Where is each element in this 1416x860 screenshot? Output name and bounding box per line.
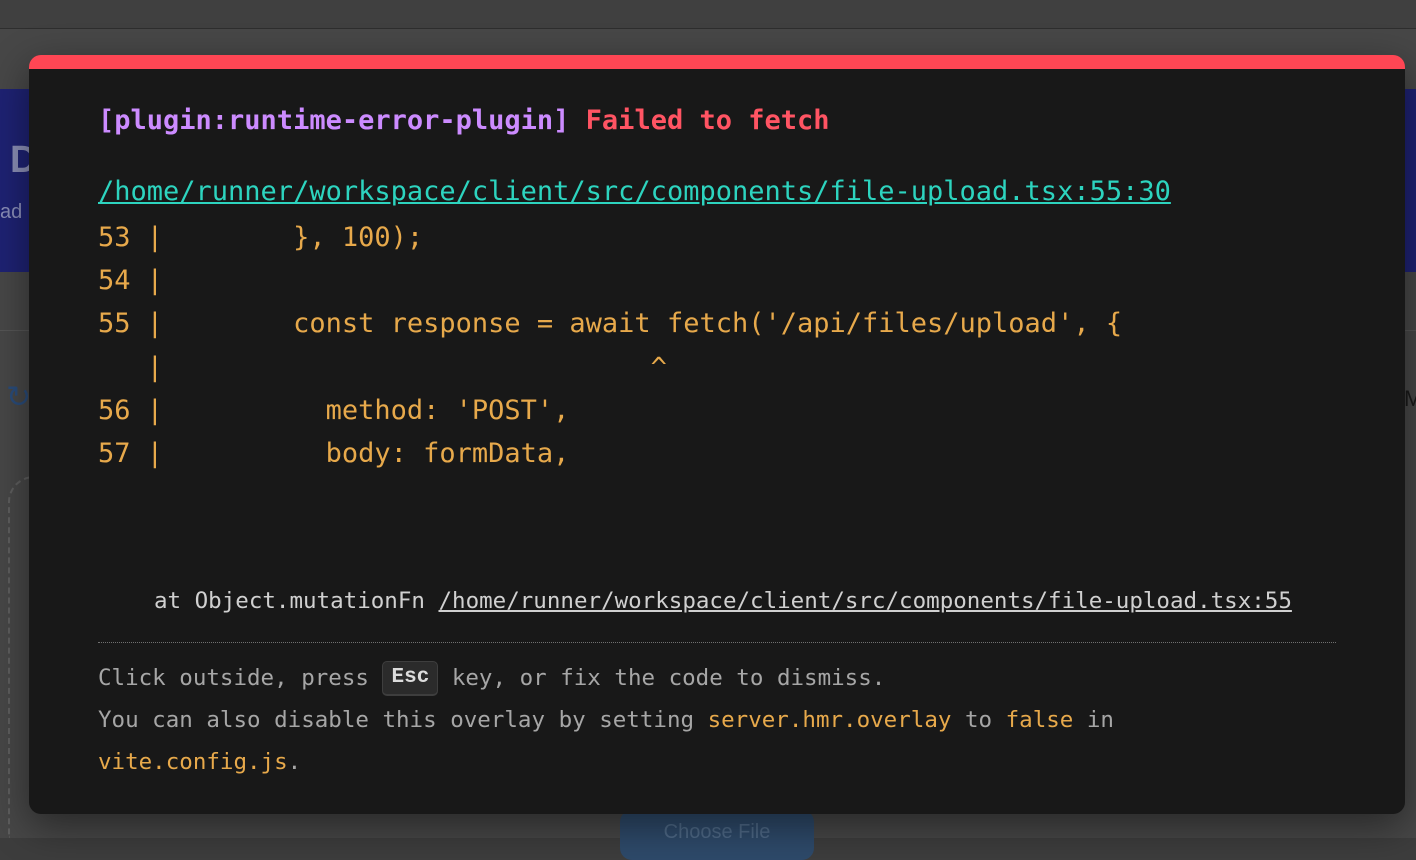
tip-code-setting: server.hmr.overlay	[707, 707, 952, 733]
background-header-subtitle: ad	[0, 201, 23, 223]
tip-line1-after: key, or fix the code to dismiss.	[438, 665, 886, 691]
tip-line2-after: in	[1073, 707, 1114, 733]
tip-line2-middle: to	[951, 707, 1006, 733]
error-message-text: Failed to fetch	[585, 105, 830, 136]
stack-trace-link[interactable]: /home/runner/workspace/client/src/compon…	[438, 588, 1291, 614]
tip-code-false: false	[1005, 707, 1074, 733]
tip-code-file: vite.config.js	[98, 749, 288, 775]
background-top-strip	[0, 0, 1416, 29]
background-side-text: M	[1404, 386, 1416, 411]
stack-trace: at Object.mutationFn /home/runner/worksp…	[154, 587, 1292, 615]
choose-file-button[interactable]: Choose File	[620, 810, 814, 860]
error-message: [plugin:runtime-error-plugin] Failed to …	[98, 105, 830, 137]
stack-trace-prefix: at Object.mutationFn	[154, 588, 439, 614]
tip-line1-before: Click outside, press	[98, 665, 383, 691]
upload-cloud-icon: ↻	[6, 380, 32, 415]
overlay-divider	[98, 642, 1336, 643]
error-file-link[interactable]: /home/runner/workspace/client/src/compon…	[98, 176, 1171, 208]
plugin-name: [plugin:runtime-error-plugin]	[98, 105, 570, 136]
error-overlay: [plugin:runtime-error-plugin] Failed to …	[29, 55, 1405, 814]
code-frame: 53 | }, 100); 54 | 55 | const response =…	[98, 222, 1123, 470]
tip-line3-after: .	[287, 749, 302, 775]
overlay-tip: Click outside, press Esc key, or fix the…	[98, 657, 1336, 783]
tip-line2-before: You can also disable this overlay by set…	[98, 707, 708, 733]
esc-key: Esc	[382, 661, 439, 696]
